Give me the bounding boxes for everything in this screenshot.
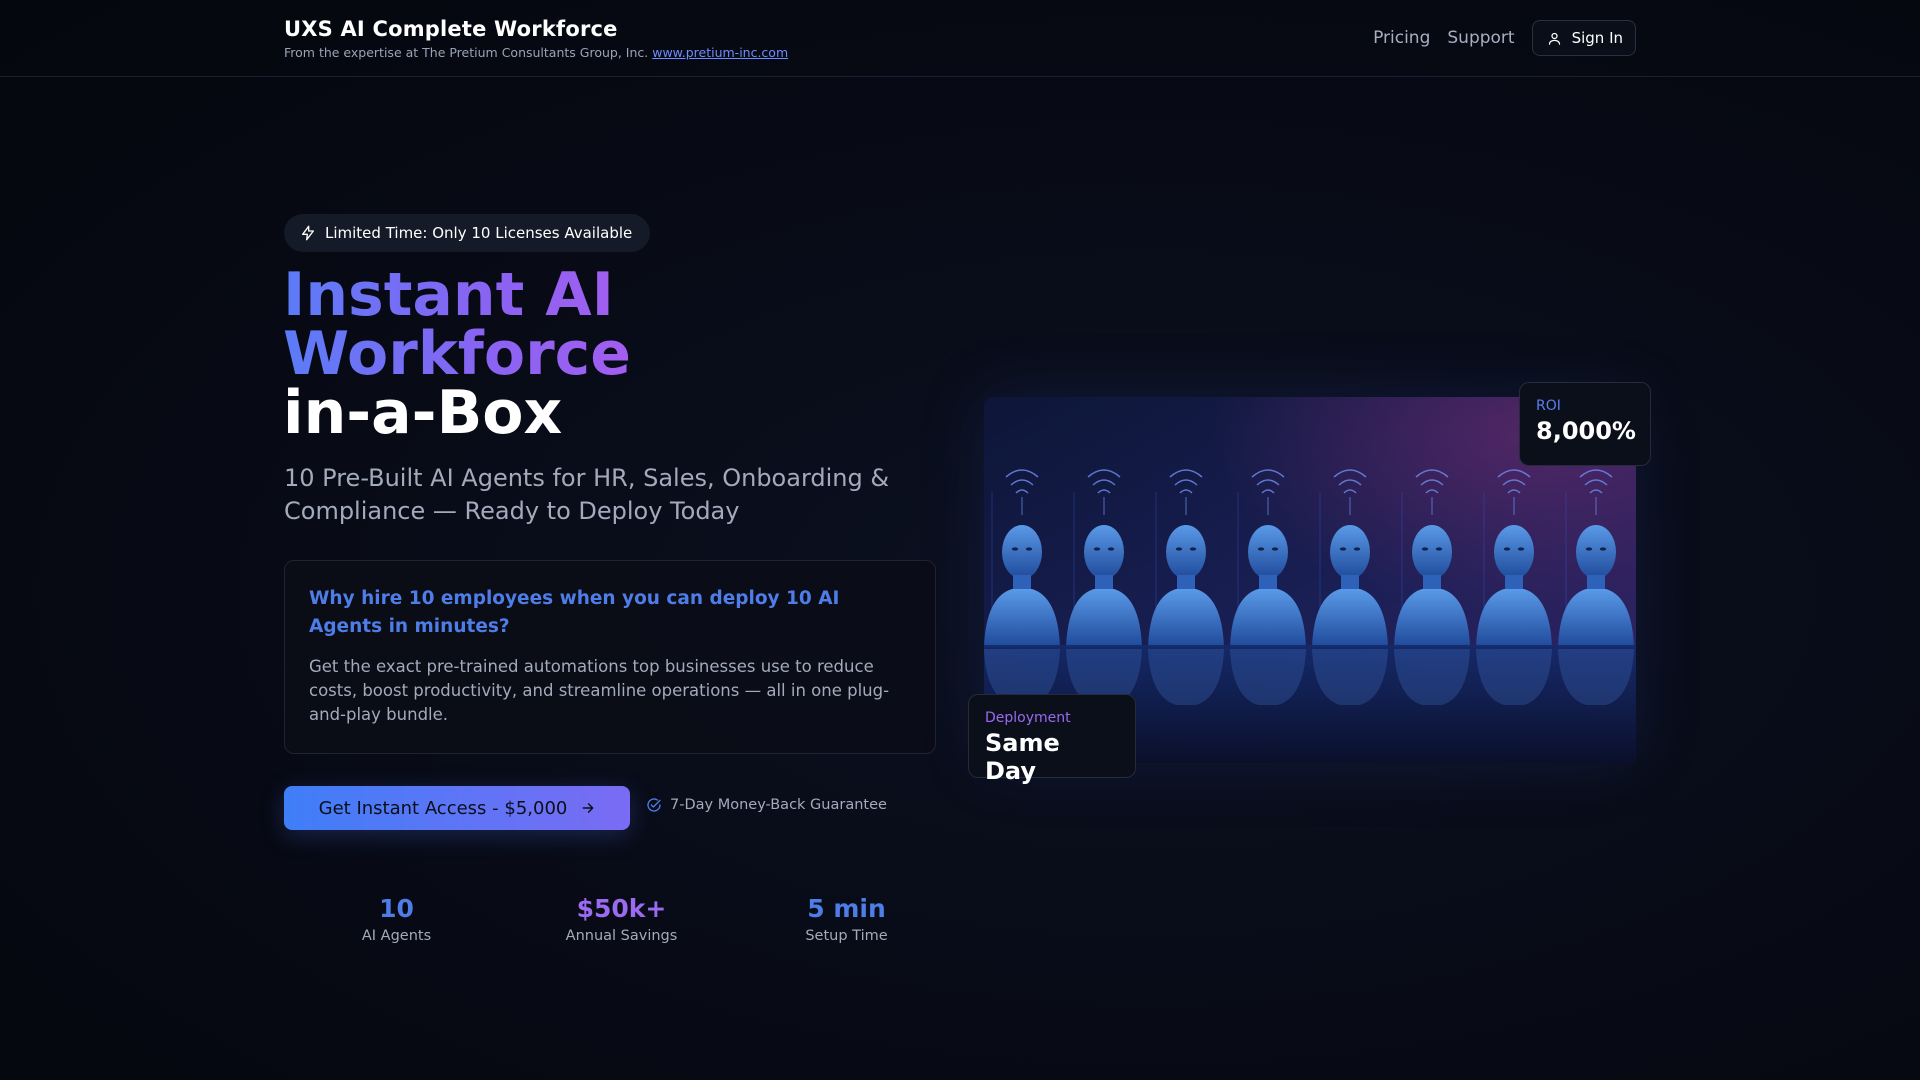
stat-value: 10 xyxy=(379,894,414,923)
brand-title: UXS AI Complete Workforce xyxy=(284,17,618,41)
brand-subtitle: From the expertise at The Pretium Consul… xyxy=(284,45,788,60)
card-question: Why hire 10 employees when you can deplo… xyxy=(309,588,840,637)
guarantee-text: 7-Day Money-Back Guarantee xyxy=(670,797,887,813)
stat-item: $50k+ Annual Savings xyxy=(509,893,734,944)
arrow-right-icon xyxy=(582,803,594,813)
hero-title-line-3: in-a-Box xyxy=(283,378,563,448)
stat-label: Annual Savings xyxy=(565,928,678,944)
deployment-value: Same Day xyxy=(985,729,1060,785)
check-circle-icon xyxy=(647,798,661,812)
stat-value: $50k+ xyxy=(576,894,667,923)
brand-subtitle-text: From the expertise at The Pretium Consul… xyxy=(284,45,649,60)
hero-title: Instant AI Workforce in-a-Box xyxy=(283,265,631,448)
badge-text: Limited Time: Only 10 Licenses Available xyxy=(325,224,633,242)
brand-website-link[interactable]: www.pretium-inc.com xyxy=(652,45,788,60)
sign-in-label: Sign In xyxy=(1571,29,1623,47)
nav-support-link[interactable]: Support xyxy=(1447,28,1514,48)
cta-label: Get Instant Access - $5,000 xyxy=(318,797,568,819)
hero-title-line-1: Instant AI xyxy=(283,265,631,325)
stats-row: 10 AI Agents $50k+ Annual Savings 5 min … xyxy=(284,893,960,944)
stat-label: Setup Time xyxy=(805,928,888,944)
card-answer: Get the exact pre-trained automations to… xyxy=(309,657,890,724)
roi-card: ROI 8,000% xyxy=(1519,382,1651,466)
stat-label: AI Agents xyxy=(361,928,432,944)
user-icon xyxy=(1548,32,1560,45)
hero-subtitle: 10 Pre-Built AI Agents for HR, Sales, On… xyxy=(284,464,890,525)
site-header: UXS AI Complete Workforce From the exper… xyxy=(0,0,1920,77)
nav-pricing-link[interactable]: Pricing xyxy=(1373,28,1430,48)
deployment-label: Deployment xyxy=(985,710,1071,726)
stat-item: 10 AI Agents xyxy=(284,893,509,944)
hero-title-line-2: Workforce xyxy=(283,319,631,389)
stat-item: 5 min Setup Time xyxy=(734,893,959,944)
stat-value: 5 min xyxy=(807,894,886,923)
top-nav: Pricing Support Sign In xyxy=(1373,20,1636,56)
lightning-icon xyxy=(302,225,314,241)
value-proposition-card: Why hire 10 employees when you can deplo… xyxy=(284,560,936,754)
roi-label: ROI xyxy=(1536,398,1561,414)
brand: UXS AI Complete Workforce From the exper… xyxy=(284,17,788,60)
get-instant-access-button[interactable]: Get Instant Access - $5,000 xyxy=(284,786,630,830)
deployment-card: Deployment Same Day xyxy=(968,694,1136,785)
sign-in-button[interactable]: Sign In xyxy=(1531,20,1636,56)
limited-time-badge: Limited Time: Only 10 Licenses Available xyxy=(284,214,651,252)
money-back-guarantee: 7-Day Money-Back Guarantee xyxy=(646,797,887,813)
roi-value: 8,000% xyxy=(1536,417,1636,445)
